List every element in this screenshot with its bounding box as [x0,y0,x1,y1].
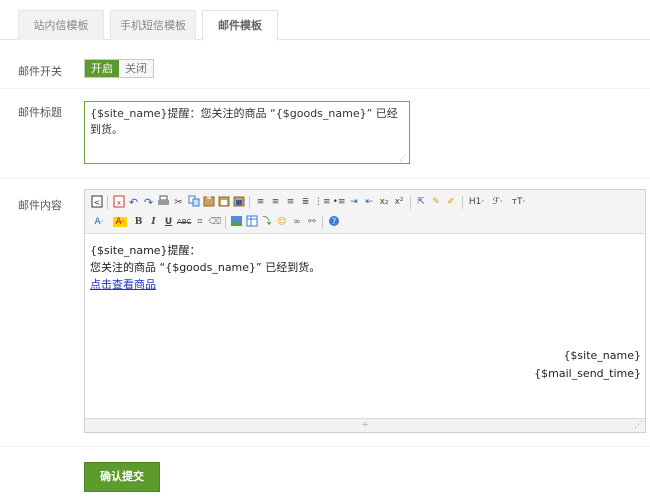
toolbar-row-1: < x ↶ ↷ ✂ ≡ ≡ ≡ ≣ ⋮≡ •≡ ⇥ ⇤ x₂ x² ⇱ ✎ ✐ … [89,193,641,212]
tab-sms[interactable]: 手机短信模板 [110,10,196,40]
clear-format-icon[interactable]: ✎ [430,195,443,210]
remove-format-icon[interactable]: ⌫ [208,215,221,230]
table-icon[interactable] [245,215,258,230]
toolbar-separator [225,216,227,229]
background-color-dropdown[interactable]: A· [110,215,130,230]
divider [0,178,650,179]
copy-icon[interactable] [187,195,200,210]
tab-site-message[interactable]: 站内信模板 [18,10,104,40]
svg-text:?: ? [332,217,336,226]
outdent-icon[interactable]: ⇤ [363,195,376,210]
subject-field[interactable]: {$site_name}提醒：您关注的商品 “{$goods_name}” 已经… [84,101,410,164]
subject-label: 邮件标题 [18,106,62,119]
template-tabs: 站内信模板 手机短信模板 邮件模板 [0,0,650,41]
content-line-1: {$site_name}提醒： [90,244,201,257]
font-size-dropdown[interactable]: ᴛT· [509,195,529,210]
toolbar-separator [409,196,411,209]
svg-text:x: x [116,199,120,207]
italic-icon[interactable]: I [147,215,160,230]
quick-format-icon[interactable]: ✐ [445,195,458,210]
align-right-icon[interactable]: ≡ [284,195,297,210]
redo-icon[interactable]: ↷ [142,195,155,210]
divider [0,88,650,89]
unordered-list-icon[interactable]: •≡ [333,195,346,210]
switch-on-option[interactable]: 开启 [85,60,119,77]
email-switch[interactable]: 开启 关闭 [84,59,154,78]
rich-text-editor[interactable]: < x ↶ ↷ ✂ ≡ ≡ ≡ ≣ ⋮≡ •≡ ⇥ ⇤ x₂ x² ⇱ ✎ ✐ … [84,189,646,433]
subject-value: {$site_name}提醒：您关注的商品 “{$goods_name}” 已经… [90,107,398,136]
underline-icon[interactable]: U [162,215,175,230]
editor-resize-grip-icon[interactable]: ⋰ [634,419,643,432]
paste-plain-icon[interactable] [217,195,230,210]
select-all-icon[interactable]: ⇱ [415,195,428,210]
toolbar-separator [322,216,324,229]
svg-text:<: < [93,198,100,207]
font-color-dropdown[interactable]: A· [90,215,108,230]
background-color-label: A· [113,217,127,227]
bold-icon[interactable]: B [132,215,145,230]
divider [0,446,650,447]
indent-icon[interactable]: ⇥ [348,195,361,210]
line-height-icon[interactable]: ⌗ [193,215,206,230]
print-icon[interactable] [157,195,170,210]
tab-email[interactable]: 邮件模板 [202,10,278,41]
drag-handle-icon[interactable]: ÷ [361,420,369,430]
font-family-dropdown[interactable]: ℱ· [489,195,507,210]
source-icon[interactable]: < [90,195,103,210]
editor-statusbar: ÷ ⋰ [85,418,645,432]
toolbar-separator [249,196,250,209]
heading-dropdown[interactable]: H1· [467,195,487,210]
emoticon-icon[interactable]: ☺ [275,215,288,230]
resize-grip-icon[interactable]: ⋰ [399,154,407,162]
toolbar-row-2: A· A· B I U ABC ⌗ ⌫ ⤵ ☺ ∞ ⚯ ? [89,213,641,232]
toolbar-separator [107,196,108,209]
paste-icon[interactable] [202,195,215,210]
editor-content-area[interactable]: {$site_name}提醒： 您关注的商品 “{$goods_name}” 已… [85,234,645,418]
view-goods-link[interactable]: 点击查看商品 [90,278,156,291]
align-center-icon[interactable]: ≡ [269,195,282,210]
horizontal-rule-icon[interactable]: ⤵ [260,215,273,230]
link-icon[interactable]: ∞ [290,215,303,230]
preview-icon[interactable]: x [112,195,125,210]
superscript-icon[interactable]: x² [393,195,406,210]
switch-off-option[interactable]: 关闭 [119,60,153,77]
paste-word-icon[interactable] [232,195,245,210]
image-icon[interactable] [230,215,243,230]
content-line-2: 您关注的商品 “{$goods_name}” 已经到货。 [90,261,321,274]
align-left-icon[interactable]: ≡ [254,195,267,210]
justify-icon[interactable]: ≣ [299,195,312,210]
unlink-icon[interactable]: ⚯ [305,215,318,230]
submit-button[interactable]: 确认提交 [84,462,160,492]
signature-send-time: {$mail_send_time} [534,367,641,380]
subscript-icon[interactable]: x₂ [378,195,391,210]
cut-icon[interactable]: ✂ [172,195,185,210]
editor-toolbar: < x ↶ ↷ ✂ ≡ ≡ ≡ ≣ ⋮≡ •≡ ⇥ ⇤ x₂ x² ⇱ ✎ ✐ … [85,190,645,234]
undo-icon[interactable]: ↶ [127,195,140,210]
content-label: 邮件内容 [18,199,62,212]
ordered-list-icon[interactable]: ⋮≡ [314,195,331,210]
switch-label: 邮件开关 [18,65,62,78]
help-icon[interactable]: ? [327,215,340,230]
toolbar-separator [461,196,463,209]
strikethrough-icon[interactable]: ABC [177,215,191,230]
signature-site-name: {$site_name} [563,349,641,362]
